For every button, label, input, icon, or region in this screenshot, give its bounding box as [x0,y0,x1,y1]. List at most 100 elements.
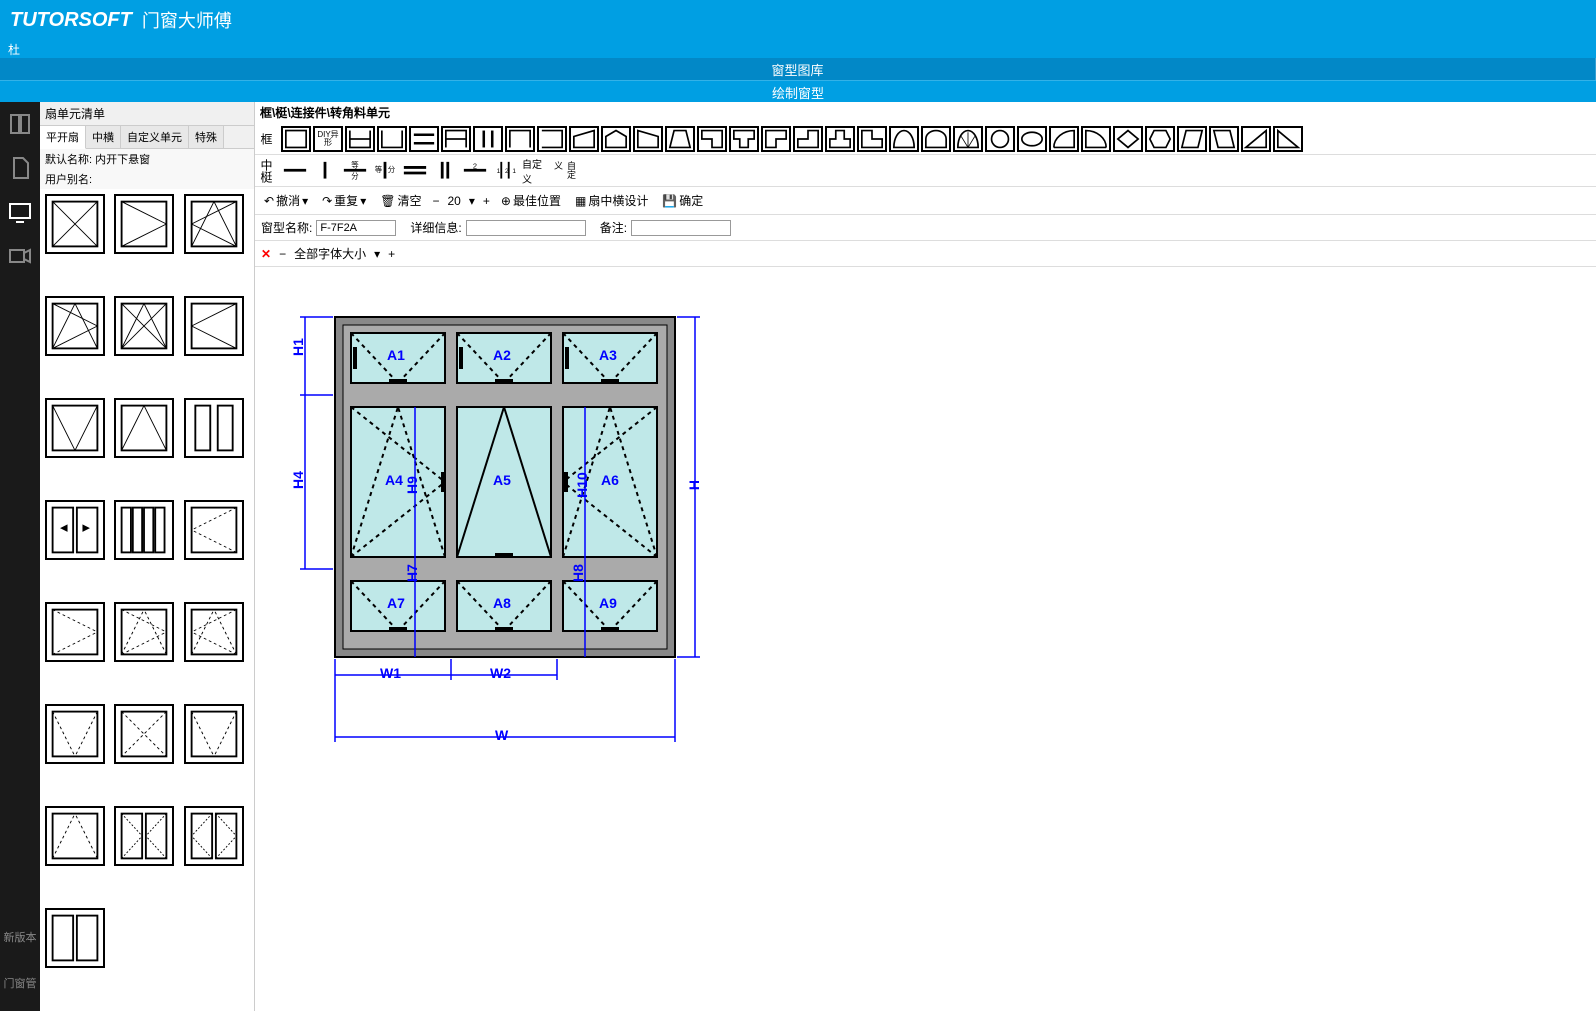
mullion-v-double[interactable] [431,160,459,182]
shape-pair-blank[interactable] [45,908,105,968]
monitor-icon[interactable] [8,200,32,224]
mullion-h-half[interactable]: 2 [461,160,489,182]
detail-input[interactable] [466,220,586,236]
sub-tab-strip: 绘制窗型 [0,80,1596,102]
redo-button[interactable]: ↷ 重复 ▾ [319,191,369,210]
frame-u-up[interactable] [505,126,535,152]
dim-h10: H10 [574,472,590,498]
close-icon[interactable]: ✕ [261,247,271,261]
frame-corner-4[interactable] [857,126,887,152]
frame-tri-2[interactable] [1273,126,1303,152]
mullion-h-single[interactable] [281,160,309,182]
mullion-v-121[interactable]: 121 [491,160,519,182]
shape-right-open[interactable] [184,296,244,356]
frame-u-left[interactable] [377,126,407,152]
shape-right-tilt-dashed[interactable] [184,602,244,662]
svg-text:1: 1 [512,168,516,175]
sidebar-tab-casement[interactable]: 平开扇 [40,126,86,149]
font-plus[interactable]: + [388,247,395,261]
drawing-canvas[interactable]: H1 H4 H H9 H10 H7 H8 W1 W2 W A1 A2 A3 A4… [255,267,1596,1011]
shape-right-tilt[interactable] [184,194,244,254]
frame-t-shape[interactable] [729,126,759,152]
frame-pentagon[interactable] [601,126,631,152]
zoom-plus[interactable]: + [483,194,490,208]
menu-item-left[interactable]: 杜 [0,41,28,58]
mullion-v-single[interactable] [311,160,339,182]
frame-corner-1[interactable] [697,126,727,152]
mullion-custom-h[interactable]: 自定义 [521,160,549,182]
zoom-minus[interactable]: − [432,194,439,208]
shape-bottom-dashed[interactable] [45,806,105,866]
shape-slider[interactable] [45,500,105,560]
frame-trap-right[interactable] [633,126,663,152]
frame-half-arch-r[interactable] [1081,126,1111,152]
frame-arch-rect[interactable] [921,126,951,152]
manage-label[interactable]: 门窗管 [0,975,40,991]
remark-input[interactable] [631,220,731,236]
shape-multi-slat[interactable] [114,500,174,560]
sidebar-tab-special[interactable]: 特殊 [189,126,224,148]
shape-right-dashed[interactable] [184,500,244,560]
shape-cross[interactable] [114,296,174,356]
shape-pair-tilt[interactable] [114,806,174,866]
undo-button[interactable]: ↶ 撤消 ▾ [261,191,311,210]
layout-icon[interactable] [8,112,32,136]
frame-plain[interactable] [281,126,311,152]
tab-draw[interactable]: 绘制窗型 [0,81,1596,102]
frame-para-2[interactable] [1209,126,1239,152]
confirm-button[interactable]: 💾 确定 [659,191,706,210]
frame-corner-3[interactable] [793,126,823,152]
document-icon[interactable] [8,156,32,180]
frame-arch[interactable] [889,126,919,152]
frame-hex[interactable] [1145,126,1175,152]
sidebar-tab-custom[interactable]: 自定义单元 [121,126,189,148]
shape-left-tilt[interactable] [45,296,105,356]
best-pos-button[interactable]: ⊕ 最佳位置 [498,191,564,210]
shape-cross-dashed[interactable] [114,704,174,764]
frame-fan[interactable] [953,126,983,152]
frame-v-lines[interactable] [473,126,503,152]
name-input[interactable] [316,220,396,236]
frame-half-bottom[interactable] [345,126,375,152]
shape-bottom-hung[interactable] [114,398,174,458]
mullion-h-eq[interactable]: 等分 [341,160,369,182]
font-minus[interactable]: − [279,247,286,261]
shape-pair-tilt-2[interactable] [184,806,244,866]
mullion-custom-v[interactable]: 自定义 [551,160,579,182]
sidebar-title: 扇单元清单 [40,102,254,126]
frame-trap-left[interactable] [569,126,599,152]
mullion-h-double[interactable] [401,160,429,182]
clear-button[interactable]: 🗑 清空 [377,191,424,210]
frame-corner-2[interactable] [761,126,791,152]
font-row: ✕ − 全部字体大小 ▾ + [255,241,1596,267]
new-version-label[interactable]: 新版本 [0,929,40,945]
frame-diamond[interactable] [1113,126,1143,152]
frame-eye[interactable] [1017,126,1047,152]
frame-trap-top[interactable] [665,126,695,152]
shape-left-tilt-dashed[interactable] [114,602,174,662]
shape-left-open[interactable] [114,194,174,254]
frame-circle[interactable] [985,126,1015,152]
shape-envelope[interactable] [45,194,105,254]
shape-top-dashed[interactable] [45,704,105,764]
dim-h9: H9 [404,476,420,494]
frame-diy[interactable]: DIY异形 [313,126,343,152]
mullion-v-eq[interactable]: 等分 [371,160,399,182]
sidebar-tab-mid[interactable]: 中横 [86,126,121,148]
frame-para-1[interactable] [1177,126,1207,152]
video-icon[interactable] [8,244,32,268]
shape-narrow-pair[interactable] [184,398,244,458]
fan-design-button[interactable]: ▦ 扇中横设计 [572,191,651,210]
frame-tri-1[interactable] [1241,126,1271,152]
frame-t-down[interactable] [825,126,855,152]
frame-half-top[interactable] [441,126,471,152]
font-dropdown[interactable]: ▾ [374,247,380,261]
shape-top-dashed-2[interactable] [184,704,244,764]
shape-left-dashed[interactable] [45,602,105,662]
frame-h-lines[interactable] [409,126,439,152]
tab-library[interactable]: 窗型图库 [0,58,1596,80]
shape-top-hung[interactable] [45,398,105,458]
zoom-dropdown[interactable]: ▾ [469,194,475,208]
frame-u-right[interactable] [537,126,567,152]
frame-half-arch-l[interactable] [1049,126,1079,152]
